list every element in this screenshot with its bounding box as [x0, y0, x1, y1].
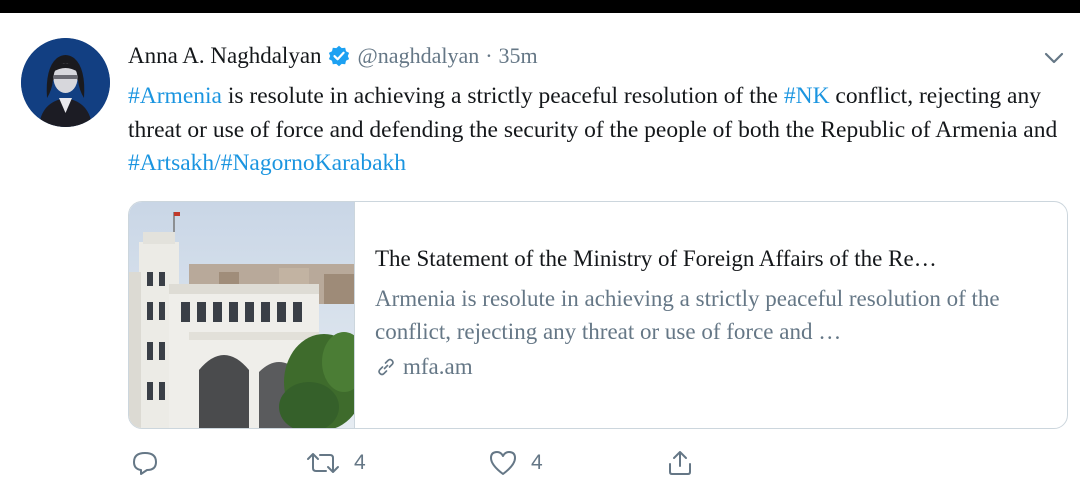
like-count: 4: [531, 451, 543, 474]
hashtag-armenia[interactable]: #Armenia: [128, 83, 222, 109]
card-description: Armenia is resolute in achieving a stric…: [375, 286, 1000, 344]
hashtag-artsakh[interactable]: #Artsakh: [128, 150, 214, 176]
verified-badge-icon: [328, 45, 350, 67]
like-button[interactable]: 4: [487, 448, 543, 478]
chevron-down-icon[interactable]: [1040, 46, 1068, 70]
author-name[interactable]: Anna A. Naghdalyan: [128, 43, 322, 69]
tweet-header: Anna A. Naghdalyan @naghdalyan · 35m: [128, 40, 538, 72]
card-divider: [354, 202, 355, 428]
retweet-button[interactable]: 4: [304, 448, 366, 478]
author-handle[interactable]: @naghdalyan: [358, 43, 480, 69]
heart-icon: [490, 451, 516, 475]
tweet-text-part: is resolute in achieving a strictly peac…: [221, 83, 784, 109]
tweet-actions: 4 4: [0, 444, 1080, 484]
avatar-illustration: [21, 38, 110, 127]
link-preview-card[interactable]: The Statement of the Ministry of Foreign…: [128, 201, 1068, 429]
share-icon: [669, 451, 691, 475]
avatar[interactable]: [21, 38, 110, 127]
tweet-timestamp[interactable]: 35m: [499, 43, 538, 69]
card-domain-text: mfa.am: [403, 354, 473, 379]
link-icon: [378, 358, 394, 376]
card-title: The Statement of the Ministry of Foreign…: [375, 246, 937, 271]
reply-button[interactable]: [130, 448, 172, 478]
retweet-icon: [307, 453, 339, 473]
tweet-text: #Armenia is resolute in achieving a stri…: [128, 80, 1058, 181]
hashtag-nk[interactable]: #NK: [784, 83, 830, 109]
card-domain: mfa.am: [375, 354, 473, 380]
share-button[interactable]: [665, 448, 695, 478]
top-bar: [0, 0, 1080, 13]
hashtag-nagornokarabakh[interactable]: #NagornoKarabakh: [221, 150, 406, 176]
retweet-count: 4: [354, 451, 366, 474]
separator-dot: ·: [485, 43, 493, 68]
card-image: [129, 202, 354, 428]
reply-icon: [133, 452, 157, 475]
